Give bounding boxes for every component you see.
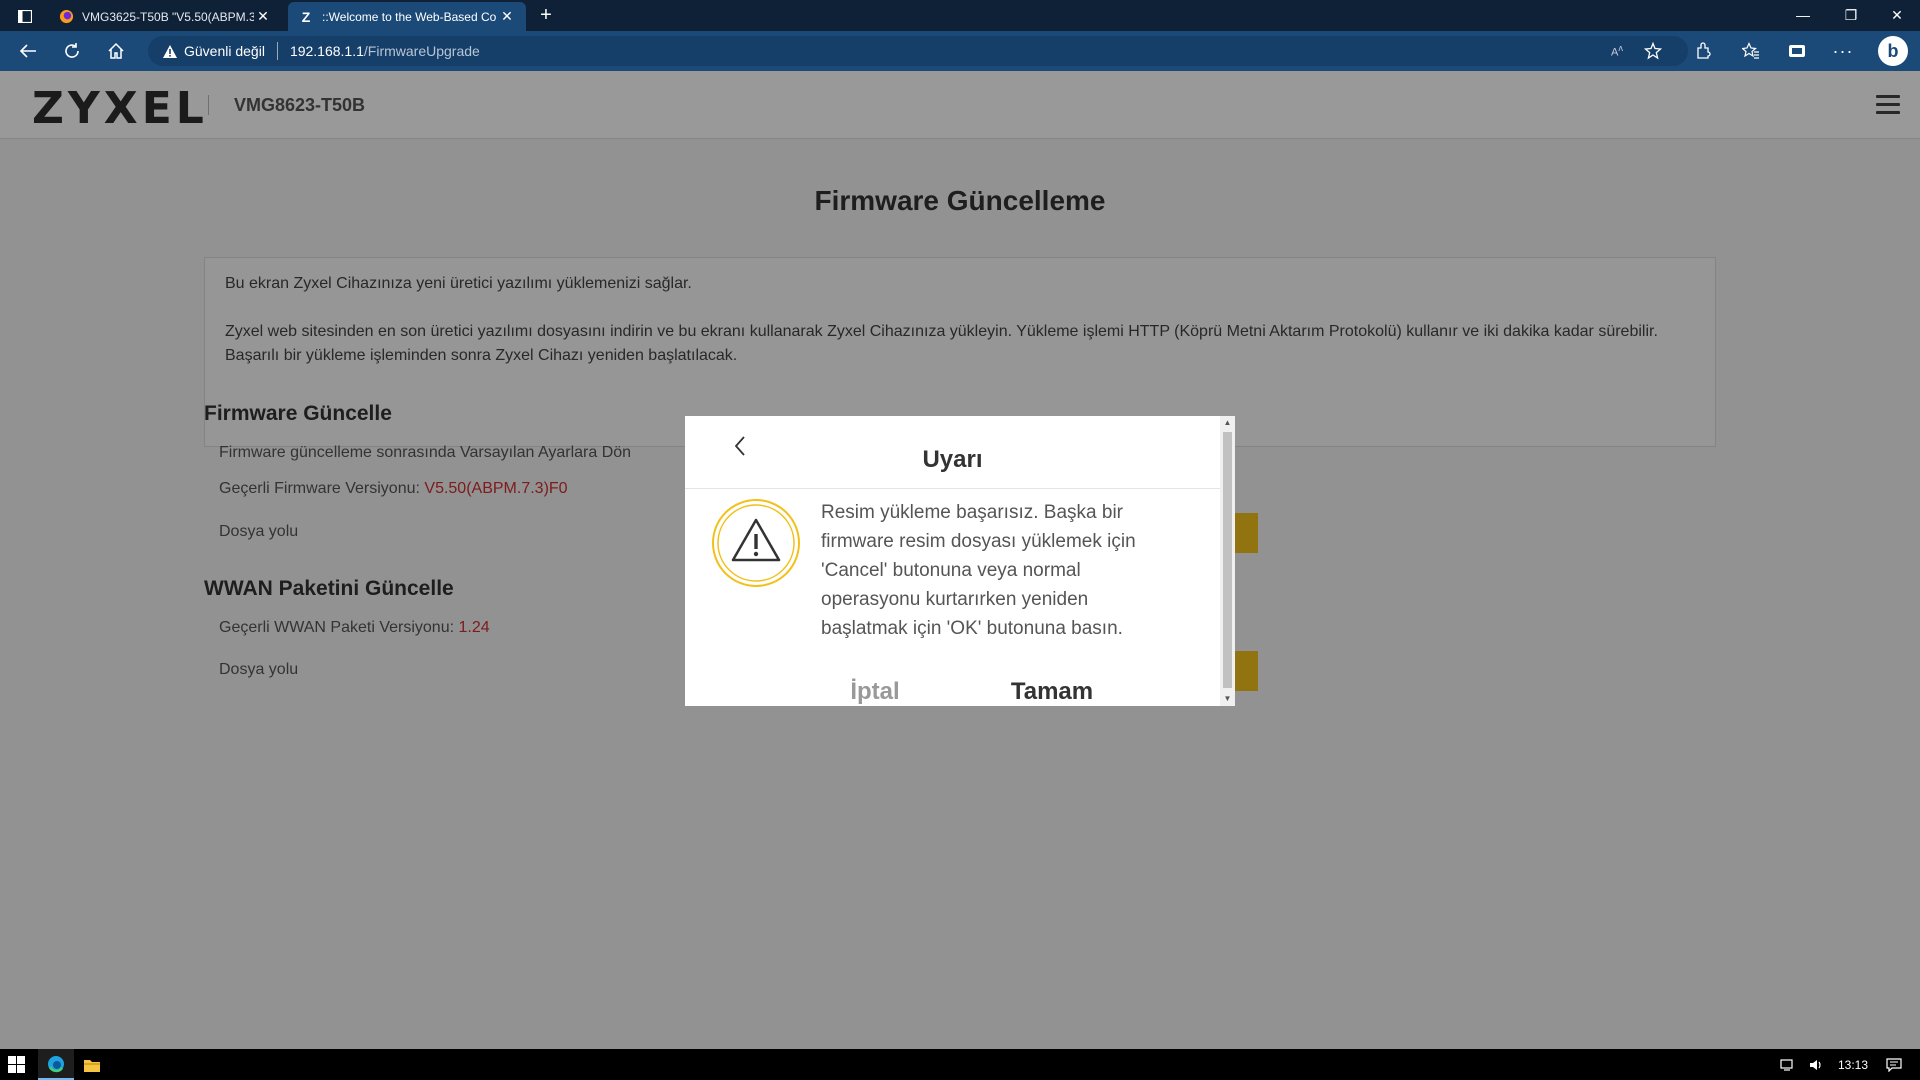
scroll-thumb[interactable] <box>1223 432 1232 688</box>
restore-icon[interactable]: ❐ <box>1828 0 1874 31</box>
notifications-icon[interactable] <box>1876 1049 1912 1080</box>
warning-dialog: Uyarı Resim yükleme başarısız. Başka bir… <box>685 416 1235 706</box>
read-aloud-icon[interactable]: Aʌ <box>1604 39 1630 63</box>
warning-icon <box>163 44 177 58</box>
firefox-favicon-icon <box>58 9 74 25</box>
home-icon[interactable] <box>102 39 130 63</box>
more-options-icon[interactable]: ··· <box>1830 39 1856 63</box>
scroll-down-icon[interactable]: ▼ <box>1220 692 1235 706</box>
file-explorer-icon[interactable] <box>74 1049 110 1080</box>
add-favorite-icon[interactable] <box>1640 39 1666 63</box>
dialog-title: Uyarı <box>922 446 983 473</box>
close-tab-icon[interactable]: ✕ <box>498 8 516 25</box>
security-label: Güvenli değil <box>184 43 265 59</box>
windows-start-icon[interactable] <box>8 1056 25 1073</box>
tab-actions-icon[interactable] <box>14 8 36 24</box>
zyxel-favicon-icon: Z <box>301 8 311 25</box>
network-icon[interactable] <box>1776 1049 1800 1080</box>
browser-address-bar: Güvenli değil 192.168.1.1/FirmwareUpgrad… <box>0 31 1920 71</box>
security-indicator[interactable]: Güvenli değil <box>162 43 265 59</box>
cancel-button[interactable]: İptal <box>845 678 905 706</box>
url-bar[interactable]: Güvenli değil 192.168.1.1/FirmwareUpgrad… <box>148 36 1688 66</box>
dialog-message: Resim yükleme başarısız. Başka bir firmw… <box>821 502 1136 639</box>
cancel-label: İptal <box>850 678 900 705</box>
warning-triangle-icon <box>711 498 801 588</box>
ok-label: Tamam <box>1010 678 1094 705</box>
browser-tab-active[interactable]: Z ::Welcome to the Web-Based Co ✕ <box>288 2 526 31</box>
url-separator <box>276 42 278 60</box>
collections-icon[interactable] <box>1784 39 1810 63</box>
url-path: /FirmwareUpgrade <box>363 43 480 59</box>
new-tab-icon[interactable]: + <box>534 4 558 28</box>
ok-button[interactable]: Tamam <box>1007 678 1097 706</box>
extensions-icon[interactable] <box>1690 39 1716 63</box>
volume-icon[interactable] <box>1804 1049 1828 1080</box>
dialog-divider <box>685 488 1220 489</box>
taskbar: 13:13 <box>0 1049 1920 1080</box>
scroll-up-icon[interactable]: ▲ <box>1220 416 1235 430</box>
url-host: 192.168.1.1 <box>289 43 364 59</box>
router-page: ZYXEL VMG8623-T50B Firmware Güncelleme B… <box>0 71 1920 1049</box>
tab-title: VMG3625-T50B "V5.50(ABPM.3)" <box>82 9 254 24</box>
bing-chat-icon[interactable]: b <box>1878 36 1908 66</box>
favorites-icon[interactable] <box>1738 39 1764 63</box>
refresh-icon[interactable] <box>58 39 86 63</box>
edge-browser-icon[interactable] <box>38 1049 74 1080</box>
close-window-icon[interactable]: ✕ <box>1874 0 1920 31</box>
back-icon[interactable] <box>14 39 42 63</box>
tab-title: ::Welcome to the Web-Based Co <box>322 9 497 24</box>
clock[interactable]: 13:13 <box>1830 1049 1876 1080</box>
browser-tab-bar: VMG3625-T50B "V5.50(ABPM.3)" ✕ Z ::Welco… <box>0 0 1920 31</box>
browser-tab-inactive[interactable]: VMG3625-T50B "V5.50(ABPM.3)" ✕ <box>48 2 282 31</box>
close-tab-icon[interactable]: ✕ <box>254 8 272 25</box>
minimize-icon[interactable]: — <box>1780 0 1826 31</box>
dialog-scrollbar[interactable]: ▲ ▼ <box>1220 416 1235 706</box>
